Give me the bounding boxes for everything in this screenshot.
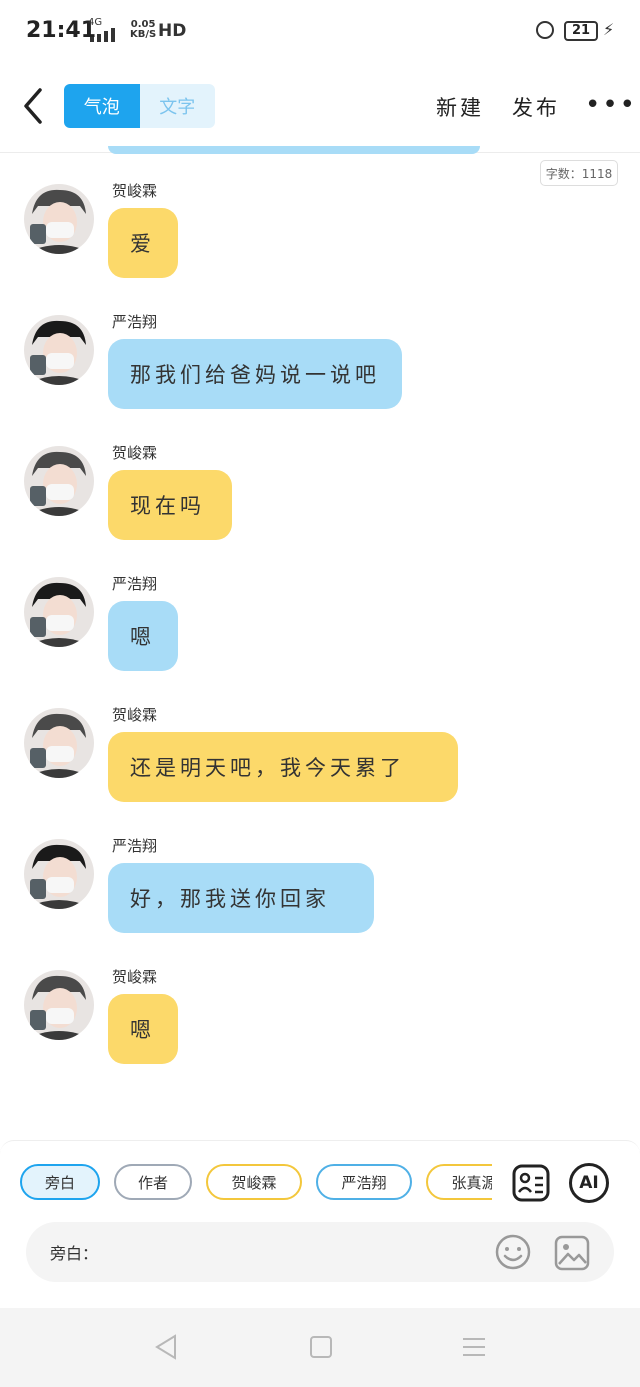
more-icon[interactable]: ••• xyxy=(585,92,637,118)
role-chip-list: 旁白 作者 贺峻霖 严浩翔 张真源 xyxy=(20,1163,492,1205)
message-row: 严浩翔嗯 xyxy=(0,557,640,677)
network-speed: 0.05 KB/S xyxy=(130,20,156,40)
status-bar: 21:41 4G 0.05 KB/S HD 21 ⚡ xyxy=(0,0,640,64)
role-chip-author[interactable]: 作者 xyxy=(114,1164,192,1200)
compose-input-box: 旁白： xyxy=(26,1222,614,1282)
sender-name: 贺峻霖 xyxy=(112,968,158,986)
new-button[interactable]: 新建 xyxy=(436,92,484,122)
avatar[interactable] xyxy=(24,708,94,778)
avatar[interactable] xyxy=(24,839,94,909)
alarm-icon xyxy=(536,21,554,39)
sender-name: 严浩翔 xyxy=(112,575,158,593)
message-row: 贺峻霖还是明天吧，我今天累了 xyxy=(0,688,640,808)
message-bubble[interactable]: 现在吗 xyxy=(108,470,232,540)
input-role-label: 旁白： xyxy=(50,1244,99,1263)
nav-menu-icon[interactable] xyxy=(459,1332,489,1362)
signal-icon: 4G xyxy=(88,18,124,42)
avatar[interactable] xyxy=(24,970,94,1040)
charging-icon: ⚡ xyxy=(603,20,615,39)
network-speed-unit: KB/S xyxy=(130,29,157,40)
message-bubble[interactable]: 好，那我送你回家 xyxy=(108,863,374,933)
back-icon[interactable] xyxy=(18,86,50,126)
sender-name: 贺峻霖 xyxy=(112,706,158,724)
image-icon[interactable] xyxy=(553,1234,591,1272)
hd-label: HD xyxy=(158,21,187,41)
emoji-icon[interactable] xyxy=(495,1234,531,1270)
role-chip-zhang-zhenyuan[interactable]: 张真源 xyxy=(426,1164,492,1200)
battery-level: 21 xyxy=(571,23,591,38)
status-time: 21:41 xyxy=(26,18,97,43)
tab-bubble[interactable]: 气泡 xyxy=(64,84,140,128)
previous-message-bubble xyxy=(108,146,480,154)
avatar[interactable] xyxy=(24,315,94,385)
sender-name: 严浩翔 xyxy=(112,313,158,331)
top-bar: 气泡 文字 新建 发布 ••• xyxy=(0,64,640,153)
role-chip-yan-haoxiang[interactable]: 严浩翔 xyxy=(316,1164,412,1200)
message-bubble[interactable]: 爱 xyxy=(108,208,178,278)
role-selector: 旁白 作者 贺峻霖 严浩翔 张真源 AI xyxy=(0,1163,640,1205)
publish-button[interactable]: 发布 xyxy=(512,92,560,122)
message-row: 严浩翔那我们给爸妈说一说吧 xyxy=(0,295,640,415)
message-input[interactable] xyxy=(108,1236,492,1270)
message-bubble[interactable]: 嗯 xyxy=(108,994,178,1064)
ai-button[interactable]: AI xyxy=(569,1163,609,1203)
message-bubble[interactable]: 嗯 xyxy=(108,601,178,671)
network-type: 4G xyxy=(88,17,103,28)
message-row: 贺峻霖现在吗 xyxy=(0,426,640,546)
role-chip-aside[interactable]: 旁白 xyxy=(20,1164,100,1200)
ai-label: AI xyxy=(579,1173,599,1193)
sender-name: 严浩翔 xyxy=(112,837,158,855)
message-row: 严浩翔好，那我送你回家 xyxy=(0,819,640,939)
battery-icon: 21 xyxy=(564,21,598,41)
avatar[interactable] xyxy=(24,184,94,254)
message-row: 贺峻霖嗯 xyxy=(0,950,640,1070)
tab-text[interactable]: 文字 xyxy=(139,84,215,128)
message-bubble[interactable]: 还是明天吧，我今天累了 xyxy=(108,732,458,802)
sender-name: 贺峻霖 xyxy=(112,444,158,462)
avatar[interactable] xyxy=(24,577,94,647)
message-row: 贺峻霖爱 xyxy=(0,164,640,284)
mode-switch: 气泡 文字 xyxy=(64,84,215,128)
message-bubble[interactable]: 那我们给爸妈说一说吧 xyxy=(108,339,402,409)
role-chip-he-junlin[interactable]: 贺峻霖 xyxy=(206,1164,302,1200)
avatar[interactable] xyxy=(24,446,94,516)
sender-name: 贺峻霖 xyxy=(112,182,158,200)
nav-home-icon[interactable] xyxy=(306,1332,336,1362)
nav-back-icon[interactable] xyxy=(151,1332,181,1362)
role-card-icon[interactable] xyxy=(511,1163,551,1203)
system-nav-bar xyxy=(0,1308,640,1387)
